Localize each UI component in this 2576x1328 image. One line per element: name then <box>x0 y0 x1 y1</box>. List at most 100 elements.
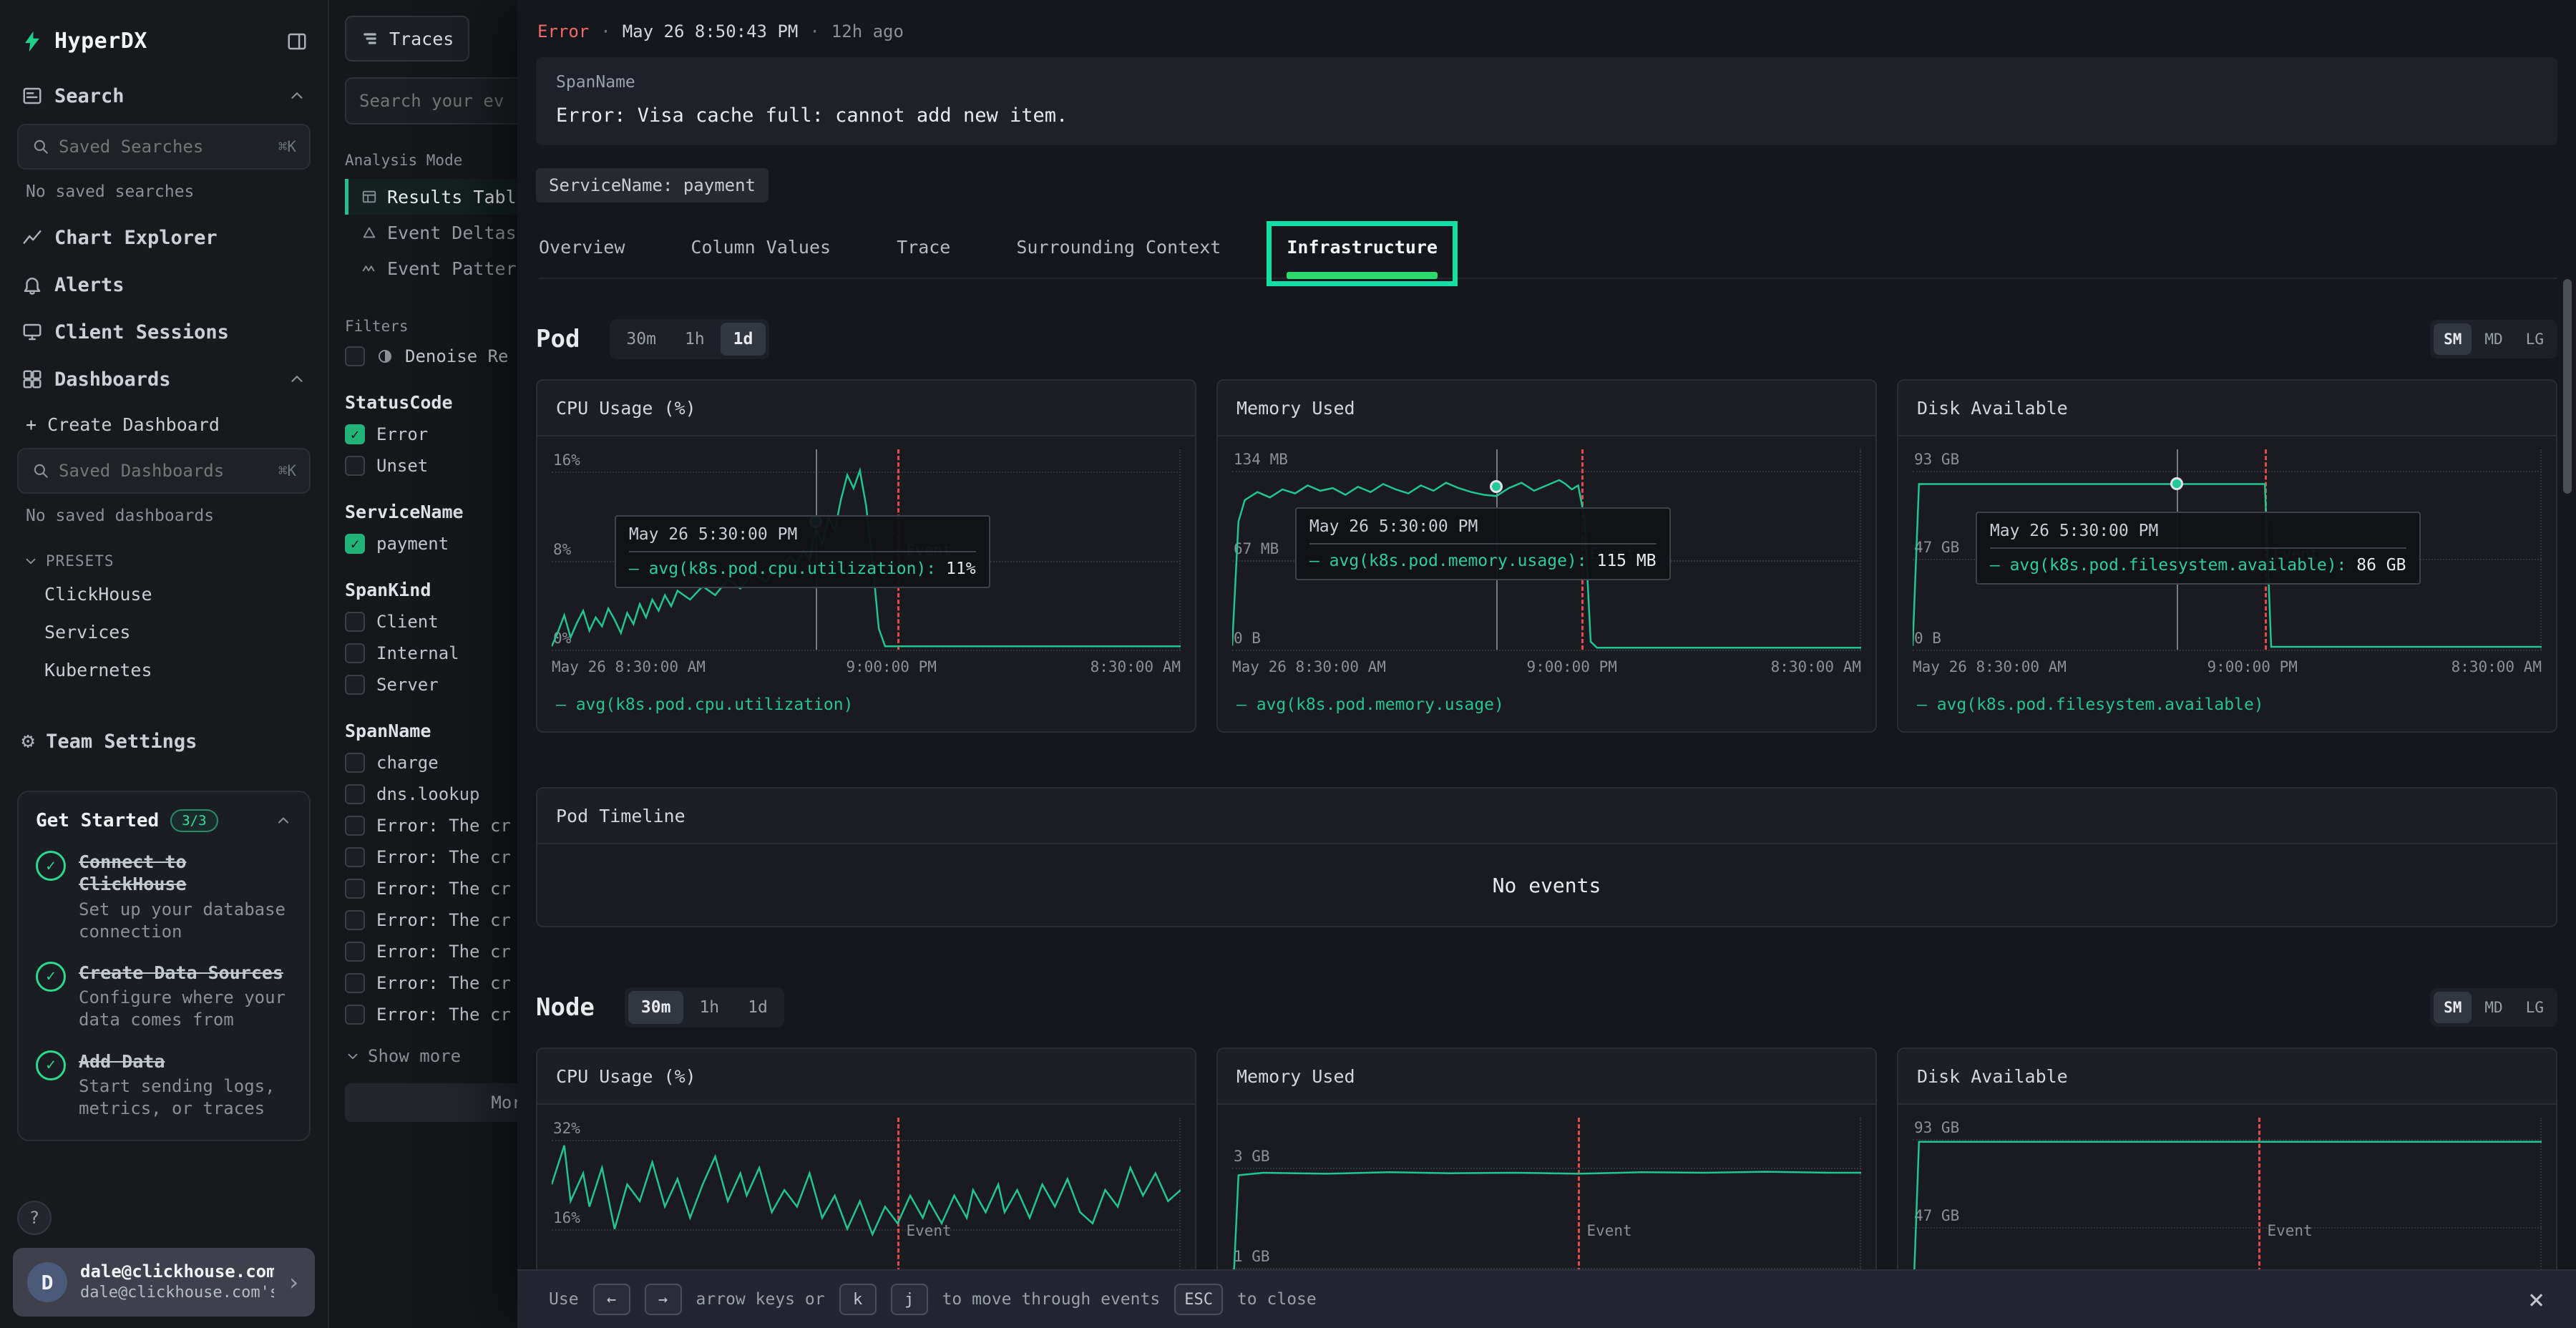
sidebar-item-chart-explorer[interactable]: Chart Explorer <box>16 214 312 261</box>
get-started-item[interactable]: ✓ Add Data Start sending logs, metrics, … <box>36 1050 292 1120</box>
x-tick-label: 8:30:00 AM <box>1771 658 1861 675</box>
preset-kubernetes[interactable]: Kubernetes <box>16 651 312 689</box>
filter-option[interactable]: Error: The cr <box>345 942 517 962</box>
filter-option[interactable]: Error: The cr <box>345 1005 517 1025</box>
pod-range-1d[interactable]: 1d <box>721 323 766 356</box>
pod-range-1h[interactable]: 1h <box>672 323 718 356</box>
pod-size-sm[interactable]: SM <box>2434 323 2472 355</box>
mode-event-patterns[interactable]: Event Patterns <box>345 250 517 286</box>
sidebar-item-team-settings[interactable]: ⚙ Team Settings <box>16 718 312 765</box>
sidebar-item-dashboards[interactable]: Dashboards <box>16 356 312 403</box>
filter-option[interactable]: ✓ Error <box>345 424 517 444</box>
node-size-lg[interactable]: LG <box>2516 992 2554 1023</box>
checkbox-unchecked[interactable] <box>345 753 365 773</box>
scrollbar-thumb[interactable] <box>2563 279 2572 494</box>
preset-clickhouse[interactable]: ClickHouse <box>16 575 312 613</box>
get-started-header[interactable]: Get Started 3/3 <box>36 809 292 832</box>
tab-overview[interactable]: Overview <box>539 230 625 278</box>
denoise-toggle[interactable]: Denoise Re <box>345 346 517 366</box>
help-button[interactable]: ? <box>17 1201 52 1235</box>
source-selector-button[interactable]: Traces <box>345 16 469 62</box>
pod-disk-chart-card: Disk Available 0 B47 GB93 GBEvent May 26… <box>1897 379 2557 733</box>
filter-option[interactable]: Error: The cr <box>345 973 517 993</box>
preset-services[interactable]: Services <box>16 613 312 651</box>
node-size-sm[interactable]: SM <box>2434 992 2472 1023</box>
get-started-item-desc: Set up your database connection <box>79 899 292 943</box>
node-range-1d[interactable]: 1d <box>735 991 781 1024</box>
service-name-tag[interactable]: ServiceName: payment <box>536 168 769 202</box>
check-circle-icon: ✓ <box>36 962 66 992</box>
event-search-input[interactable] <box>359 91 517 111</box>
checkbox-unchecked[interactable] <box>345 847 365 867</box>
mode-event-deltas[interactable]: Event Deltas <box>345 215 517 250</box>
saved-searches-input[interactable] <box>59 137 270 157</box>
filter-option[interactable]: Error: The cr <box>345 910 517 930</box>
key-esc: ESC <box>1174 1284 1223 1315</box>
checkbox-unchecked[interactable] <box>345 346 365 366</box>
patterns-icon <box>361 260 377 276</box>
more-filters-button[interactable]: More fil <box>345 1083 517 1122</box>
filter-option-label: Error: The cr <box>376 1005 511 1025</box>
sidebar-item-chart-explorer-label: Chart Explorer <box>54 227 218 249</box>
event-search-box[interactable] <box>345 77 517 125</box>
saved-dashboards-input[interactable] <box>59 461 270 481</box>
tab-surrounding-context[interactable]: Surrounding Context <box>1016 230 1221 278</box>
chart-plot[interactable]: 0 B67 MB134 MBEvent May 26 5:30:00 PM — … <box>1232 449 1861 650</box>
get-started-item[interactable]: ✓ Create Data Sources Configure where yo… <box>36 962 292 1032</box>
pod-range-30m[interactable]: 30m <box>613 323 669 356</box>
sidebar-item-client-sessions[interactable]: Client Sessions <box>16 308 312 356</box>
create-dashboard-button[interactable]: + Create Dashboard <box>16 403 312 444</box>
mode-results-table[interactable]: Results Table <box>345 179 517 215</box>
checkbox-unchecked[interactable] <box>345 612 365 632</box>
pod-size-md[interactable]: MD <box>2474 323 2512 355</box>
checkbox-unchecked[interactable] <box>345 456 365 476</box>
get-started-item[interactable]: ✓ Connect to ClickHouse Set up your data… <box>36 851 292 943</box>
tab-trace[interactable]: Trace <box>897 230 950 278</box>
checkbox-unchecked[interactable] <box>345 1005 365 1025</box>
show-more-button[interactable]: Show more <box>345 1046 517 1066</box>
detail-tabs: Overview Column Values Trace Surrounding… <box>539 230 2557 279</box>
sidebar-item-client-sessions-label: Client Sessions <box>54 321 229 343</box>
checkbox-unchecked[interactable] <box>345 973 365 993</box>
infrastructure-content: Pod 30m 1h 1d SM MD LG CPU Usage (%) 0%8… <box>517 319 2576 1328</box>
filter-option[interactable]: Error: The cr <box>345 816 517 836</box>
sidebar-item-alerts[interactable]: Alerts <box>16 261 312 308</box>
filter-option[interactable]: Unset <box>345 456 517 476</box>
saved-searches-box[interactable]: ⌘K <box>17 124 311 170</box>
filter-option[interactable]: Error: The cr <box>345 879 517 899</box>
filter-option[interactable]: dns.lookup <box>345 784 517 804</box>
checkbox-unchecked[interactable] <box>345 942 365 962</box>
filter-option[interactable]: Error: The cr <box>345 847 517 867</box>
checkbox-checked[interactable]: ✓ <box>345 534 365 554</box>
node-size-md[interactable]: MD <box>2474 992 2512 1023</box>
checkbox-unchecked[interactable] <box>345 910 365 930</box>
get-started-item-desc: Configure where your data comes from <box>79 987 292 1031</box>
filter-option-label: Error: The cr <box>376 879 511 899</box>
hyperdx-logo-icon <box>20 29 44 54</box>
close-icon[interactable]: × <box>2528 1286 2545 1313</box>
checkbox-unchecked[interactable] <box>345 879 365 899</box>
sidebar-collapse-icon[interactable] <box>286 31 308 52</box>
sidebar-item-search[interactable]: Search <box>16 72 312 119</box>
filter-option[interactable]: charge <box>345 753 517 773</box>
checkbox-unchecked[interactable] <box>345 784 365 804</box>
presets-header[interactable]: PRESETS <box>16 538 312 575</box>
chart-plot[interactable]: 0 B47 GB93 GBEvent May 26 5:30:00 PM — a… <box>1913 449 2542 650</box>
node-range-30m[interactable]: 30m <box>628 991 684 1024</box>
filter-option[interactable]: Client <box>345 612 517 632</box>
tab-column-values[interactable]: Column Values <box>691 230 831 278</box>
filter-option[interactable]: Internal <box>345 643 517 663</box>
filter-option[interactable]: ✓ payment <box>345 534 517 554</box>
node-range-1h[interactable]: 1h <box>686 991 732 1024</box>
checkbox-unchecked[interactable] <box>345 675 365 695</box>
checkbox-unchecked[interactable] <box>345 643 365 663</box>
saved-dashboards-box[interactable]: ⌘K <box>17 448 311 494</box>
tab-infrastructure[interactable]: Infrastructure <box>1287 230 1438 278</box>
node-section-header: Node 30m 1h 1d SM MD LG <box>536 987 2557 1027</box>
filter-option[interactable]: Server <box>345 675 517 695</box>
user-account-chip[interactable]: D dale@clickhouse.com dale@clickhouse.co… <box>13 1248 315 1317</box>
chart-plot[interactable]: 0%8%16%Event May 26 5:30:00 PM — avg(k8s… <box>552 449 1181 650</box>
pod-size-lg[interactable]: LG <box>2516 323 2554 355</box>
checkbox-checked[interactable]: ✓ <box>345 424 365 444</box>
checkbox-unchecked[interactable] <box>345 816 365 836</box>
